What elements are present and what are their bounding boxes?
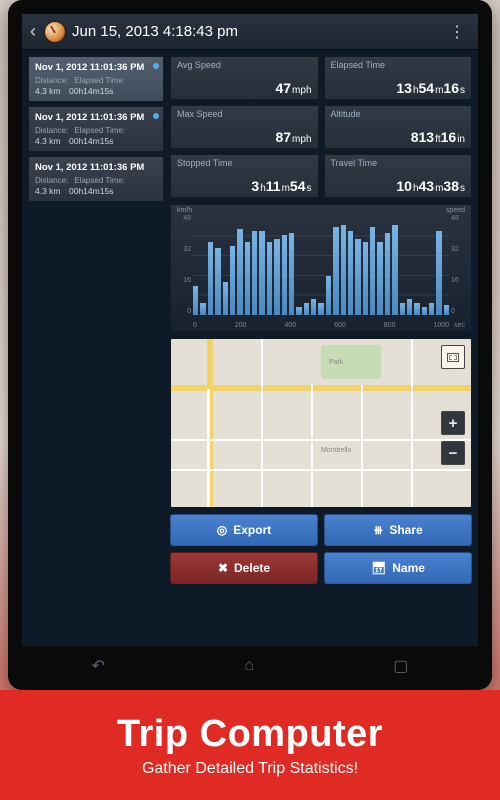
- map-street: [411, 339, 413, 507]
- main-content: Nov 1, 2012 11:01:36 PM Distance:Elapsed…: [22, 50, 478, 646]
- map-street: [261, 339, 263, 507]
- map-layers-button[interactable]: [441, 345, 465, 369]
- trip-map[interactable]: Park Montbello + −: [170, 338, 472, 508]
- close-icon: ✖: [218, 561, 228, 575]
- trip-list: Nov 1, 2012 11:01:36 PM Distance:Elapsed…: [28, 56, 164, 640]
- chart-bar: [385, 233, 390, 315]
- chart-bar: [429, 303, 434, 315]
- chart-bar: [370, 227, 375, 315]
- chart-bar: [377, 242, 382, 316]
- stat-stopped-time: Stopped Time 3h11m54s: [170, 154, 319, 198]
- chart-bar: [252, 231, 257, 315]
- map-street: [171, 469, 471, 471]
- chart-bar: [223, 282, 228, 315]
- export-button[interactable]: ◎Export: [170, 514, 318, 546]
- page-title: Jun 15, 2013 4:18:43 pm: [72, 23, 238, 40]
- stat-elapsed-time: Elapsed Time 13h54m16s: [324, 56, 473, 100]
- map-road: [207, 389, 210, 507]
- export-icon: ◎: [217, 523, 227, 537]
- map-street: [361, 385, 363, 507]
- chart-bar: [392, 225, 397, 315]
- chart-bar: [304, 303, 309, 315]
- active-dot-icon: [153, 63, 159, 69]
- chart-bar: [237, 229, 242, 315]
- chart-bar: [326, 276, 331, 315]
- chart-bar: [355, 239, 360, 315]
- chart-bar: [333, 227, 338, 315]
- app-screen: ‹ Jun 15, 2013 4:18:43 pm ⋮ Nov 1, 2012 …: [22, 14, 478, 646]
- promo-subtitle: Gather Detailed Trip Statistics!: [142, 760, 358, 778]
- chart-bar: [289, 233, 294, 315]
- delete-button[interactable]: ✖Delete: [170, 552, 318, 584]
- chart-bar: [363, 242, 368, 316]
- promo-title: Trip Computer: [117, 713, 383, 756]
- map-street: [311, 385, 313, 507]
- chart-bar: [422, 307, 427, 315]
- map-street: [171, 439, 471, 441]
- system-nav-bar: ↶ ⌂ ▢: [22, 650, 478, 682]
- stats-grid: Avg Speed 47mph Elapsed Time 13h54m16s M…: [170, 56, 472, 198]
- trip-timestamp: Nov 1, 2012 11:01:36 PM: [35, 62, 157, 73]
- y-axis-left-label: km/h: [177, 207, 192, 214]
- chart-bar: [208, 242, 213, 316]
- chart-bar: [259, 231, 264, 315]
- chart-bar: [436, 231, 441, 315]
- chart-bar: [215, 248, 220, 315]
- stat-avg-speed: Avg Speed 47mph: [170, 56, 319, 100]
- y-axis-ticks-right: 4832160: [451, 215, 467, 315]
- chart-bar: [348, 231, 353, 315]
- x-axis-label: sec: [454, 322, 465, 329]
- chart-bar: [341, 225, 346, 315]
- name-button[interactable]: 📅︎Name: [324, 552, 472, 584]
- header-bar: ‹ Jun 15, 2013 4:18:43 pm ⋮: [22, 14, 478, 50]
- trip-item[interactable]: Nov 1, 2012 11:01:36 PM Distance:Elapsed…: [28, 106, 164, 152]
- chart-bar: [407, 299, 412, 315]
- map-label: Montbello: [321, 447, 351, 454]
- promo-banner: Trip Computer Gather Detailed Trip Stati…: [0, 690, 500, 800]
- chart-bar: [200, 303, 205, 315]
- back-icon[interactable]: ‹: [28, 21, 38, 42]
- chart-bars: [193, 217, 449, 315]
- detail-pane: Avg Speed 47mph Elapsed Time 13h54m16s M…: [170, 56, 472, 640]
- active-dot-icon: [153, 113, 159, 119]
- chart-bar: [193, 286, 198, 315]
- trip-timestamp: Nov 1, 2012 11:01:36 PM: [35, 162, 157, 173]
- y-axis-ticks-left: 4832160: [175, 215, 191, 315]
- stat-altitude: Altitude 813ft16in: [324, 105, 473, 149]
- nav-back-icon[interactable]: ↶: [92, 656, 105, 676]
- chart-bar: [296, 307, 301, 315]
- calendar-icon: 📅︎: [371, 561, 386, 575]
- share-icon: ⧻: [373, 523, 383, 537]
- action-buttons: ◎Export ⧻Share ✖Delete 📅︎Name: [170, 514, 472, 584]
- map-road: [171, 385, 471, 391]
- nav-recent-icon[interactable]: ▢: [393, 656, 408, 676]
- chart-bar: [274, 239, 279, 315]
- chart-bar: [400, 303, 405, 315]
- trip-timestamp: Nov 1, 2012 11:01:36 PM: [35, 112, 157, 123]
- overflow-menu-icon[interactable]: ⋮: [443, 22, 472, 42]
- tablet-frame: ‹ Jun 15, 2013 4:18:43 pm ⋮ Nov 1, 2012 …: [8, 0, 492, 690]
- chart-bar: [414, 303, 419, 315]
- stat-max-speed: Max Speed 87mph: [170, 105, 319, 149]
- chart-bar: [282, 235, 287, 315]
- nav-home-icon[interactable]: ⌂: [244, 657, 254, 675]
- map-zoom-out-button[interactable]: −: [441, 441, 465, 465]
- y-axis-right-label: speed: [446, 207, 465, 214]
- chart-bar: [444, 305, 449, 315]
- x-axis-ticks: 02004006008001000: [193, 322, 449, 329]
- chart-bar: [318, 303, 323, 315]
- app-icon[interactable]: [44, 21, 66, 43]
- chart-bar: [230, 246, 235, 315]
- chart-bar: [245, 242, 250, 316]
- chart-bar: [267, 242, 272, 316]
- trip-item[interactable]: Nov 1, 2012 11:01:36 PM Distance:Elapsed…: [28, 56, 164, 102]
- map-zoom-in-button[interactable]: +: [441, 411, 465, 435]
- share-button[interactable]: ⧻Share: [324, 514, 472, 546]
- chart-bar: [311, 299, 316, 315]
- speed-chart: km/h speed 4832160 4832160 0200400600800…: [170, 204, 472, 332]
- stat-travel-time: Travel Time 10h43m38s: [324, 154, 473, 198]
- trip-item[interactable]: Nov 1, 2012 11:01:36 PM Distance:Elapsed…: [28, 156, 164, 202]
- map-label: Park: [329, 359, 343, 366]
